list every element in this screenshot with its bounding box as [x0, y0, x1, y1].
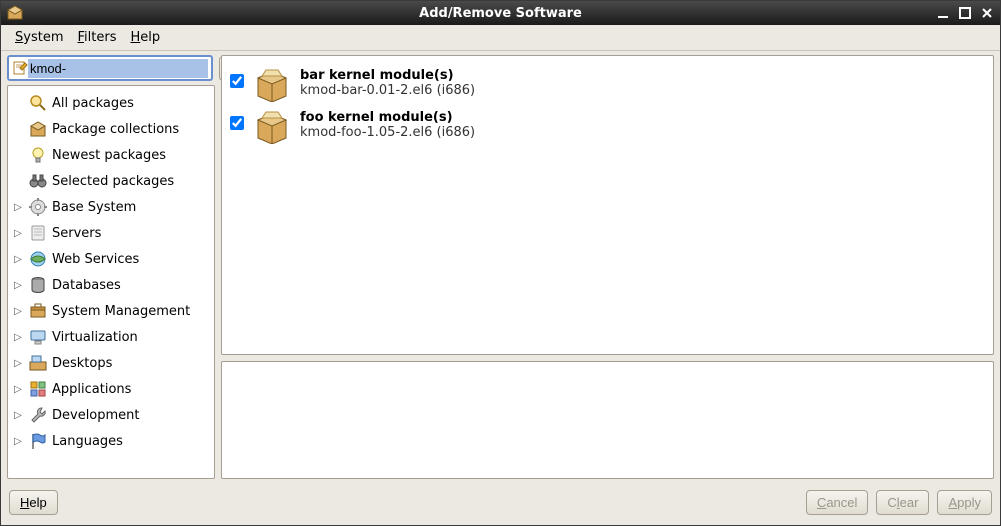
footer: Help Cancel Clear Apply	[7, 485, 994, 519]
package-box-icon	[252, 110, 292, 144]
menu-filters[interactable]: Filters	[72, 26, 123, 49]
flag-icon	[28, 431, 48, 451]
apps-icon	[28, 379, 48, 399]
magnifier-icon	[28, 93, 48, 113]
menu-help[interactable]: Help	[124, 26, 166, 49]
package-row[interactable]: bar kernel module(s) kmod-bar-0.01-2.el6…	[228, 64, 987, 106]
search-input-wrap[interactable]	[7, 55, 213, 81]
expander-icon[interactable]: ▷	[12, 384, 24, 395]
package-checkbox[interactable]	[230, 74, 244, 88]
window: Add/Remove Software System Filters Help	[0, 0, 1001, 526]
wrench-icon	[28, 405, 48, 425]
sidebar-item-virtualization[interactable]: ▷ Virtualization	[10, 324, 212, 350]
package-title: bar kernel module(s)	[300, 68, 475, 83]
computer-icon	[28, 327, 48, 347]
expander-icon[interactable]: ▷	[12, 436, 24, 447]
package-subtitle: kmod-foo-1.05-2.el6 (i686)	[300, 125, 475, 140]
close-button[interactable]	[978, 5, 996, 21]
package-list[interactable]: bar kernel module(s) kmod-bar-0.01-2.el6…	[221, 55, 994, 355]
apply-button[interactable]: Apply	[937, 490, 992, 515]
maximize-button[interactable]	[956, 5, 974, 21]
sidebar-item-system-management[interactable]: ▷ System Management	[10, 298, 212, 324]
menu-system[interactable]: System	[9, 26, 70, 49]
sidebar-item-selected-packages[interactable]: Selected packages	[10, 168, 212, 194]
toolbox-icon	[28, 301, 48, 321]
menubar: System Filters Help	[1, 25, 1000, 51]
database-icon	[28, 275, 48, 295]
search-input[interactable]	[28, 59, 208, 78]
expander-icon[interactable]: ▷	[12, 228, 24, 239]
package-checkbox[interactable]	[230, 116, 244, 130]
expander-icon[interactable]: ▷	[12, 280, 24, 291]
package-subtitle: kmod-bar-0.01-2.el6 (i686)	[300, 83, 475, 98]
package-box-icon	[252, 68, 292, 102]
globe-icon	[28, 249, 48, 269]
help-button[interactable]: Help	[9, 490, 58, 515]
gear-icon	[28, 197, 48, 217]
edit-icon	[12, 60, 28, 76]
expander-icon[interactable]: ▷	[12, 358, 24, 369]
package-title: foo kernel module(s)	[300, 110, 475, 125]
expander-icon[interactable]: ▷	[12, 306, 24, 317]
expander-icon[interactable]: ▷	[12, 254, 24, 265]
window-title: Add/Remove Software	[419, 6, 582, 21]
expander-icon[interactable]: ▷	[12, 332, 24, 343]
detail-pane	[221, 361, 994, 479]
expander-icon[interactable]: ▷	[12, 202, 24, 213]
sidebar-item-development[interactable]: ▷ Development	[10, 402, 212, 428]
box-icon	[28, 119, 48, 139]
app-icon	[7, 5, 23, 21]
sidebar-item-newest-packages[interactable]: Newest packages	[10, 142, 212, 168]
lightbulb-icon	[28, 145, 48, 165]
category-tree[interactable]: All packages Package collections Newest …	[7, 85, 215, 479]
titlebar: Add/Remove Software	[1, 1, 1000, 25]
desktop-icon	[28, 353, 48, 373]
sidebar-item-desktops[interactable]: ▷ Desktops	[10, 350, 212, 376]
package-row[interactable]: foo kernel module(s) kmod-foo-1.05-2.el6…	[228, 106, 987, 148]
sidebar-item-all-packages[interactable]: All packages	[10, 90, 212, 116]
clear-button[interactable]: Clear	[876, 490, 929, 515]
binoculars-icon	[28, 171, 48, 191]
cancel-button[interactable]: Cancel	[806, 490, 868, 515]
sidebar-item-databases[interactable]: ▷ Databases	[10, 272, 212, 298]
minimize-button[interactable]	[934, 5, 952, 21]
sidebar-item-web-services[interactable]: ▷ Web Services	[10, 246, 212, 272]
sidebar-item-package-collections[interactable]: Package collections	[10, 116, 212, 142]
sidebar-item-applications[interactable]: ▷ Applications	[10, 376, 212, 402]
expander-icon[interactable]: ▷	[12, 410, 24, 421]
server-icon	[28, 223, 48, 243]
sidebar-item-base-system[interactable]: ▷ Base System	[10, 194, 212, 220]
sidebar-item-servers[interactable]: ▷ Servers	[10, 220, 212, 246]
sidebar-item-languages[interactable]: ▷ Languages	[10, 428, 212, 454]
